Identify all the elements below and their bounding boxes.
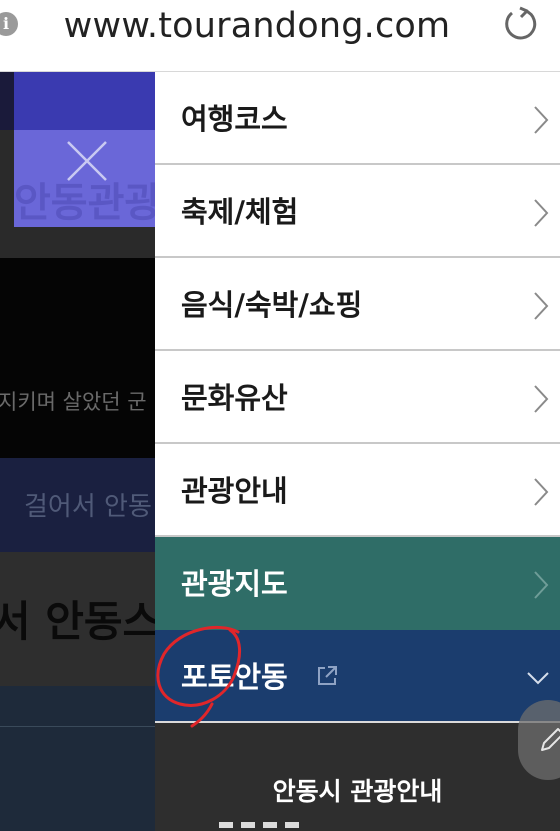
menu-item-festival[interactable]: 축제/체험 (155, 165, 560, 258)
footer-partial-text (219, 822, 299, 828)
chevron-right-icon (534, 199, 549, 227)
reload-icon[interactable] (500, 4, 540, 44)
bg-header (0, 72, 155, 130)
menu-item-photo-andong[interactable]: 포토안동 (155, 630, 560, 723)
pen-edit-button[interactable] (518, 700, 560, 780)
menu-item-label: 여행코스 (181, 102, 288, 136)
bg-bottom (0, 686, 155, 831)
bg-header-accent (14, 72, 155, 130)
bg-hero: 지키며 살았던 군 (0, 258, 155, 458)
screen: i www.tourandong.com 안동관광 지키며 살았던 군 걸어서 … (0, 0, 560, 831)
menu-item-tour-map[interactable]: 관광지도 (155, 537, 560, 630)
menu-item-label: 문화유산 (181, 381, 288, 415)
bg-band: 걸어서 안동 (0, 458, 155, 552)
url-text[interactable]: www.tourandong.com (0, 6, 514, 46)
chevron-right-icon (534, 571, 549, 599)
footer-title: 안동시 관광안내 (272, 777, 443, 806)
menu-item-food-stay-shopping[interactable]: 음식/숙박/쇼핑 (155, 258, 560, 351)
menu-item-label: 관광안내 (181, 474, 288, 508)
chevron-right-icon (534, 106, 549, 134)
side-menu: 여행코스 축제/체험 음식/숙박/쇼핑 문화유산 관광안내 관광지도 포토안동 (155, 72, 560, 831)
menu-item-tourist-info[interactable]: 관광안내 (155, 444, 560, 537)
menu-item-label: 관광지도 (181, 567, 288, 601)
menu-item-label: 음식/숙박/쇼핑 (181, 288, 363, 322)
browser-url-bar[interactable]: i www.tourandong.com (0, 0, 560, 72)
menu-item-label: 포토안동 (181, 660, 288, 694)
bg-hero-text: 지키며 살았던 군 (0, 390, 147, 414)
bg-section-heading: 서 안동스 (0, 597, 155, 646)
menu-item-travel-course[interactable]: 여행코스 (155, 72, 560, 165)
chevron-right-icon (534, 385, 549, 413)
bg-band-text: 걸어서 안동 (24, 492, 152, 522)
chevron-down-icon[interactable] (526, 670, 550, 686)
menu-item-heritage[interactable]: 문화유산 (155, 351, 560, 444)
background-title: 안동관광 (14, 180, 155, 226)
background-page: 안동관광 지키며 살았던 군 걸어서 안동 서 안동스 (0, 72, 155, 831)
menu-item-label: 축제/체험 (181, 195, 299, 229)
bg-section: 서 안동스 (0, 552, 155, 686)
pen-icon (541, 728, 560, 751)
external-link-icon (318, 666, 337, 685)
divider (0, 726, 155, 727)
chevron-right-icon (534, 478, 549, 506)
chevron-right-icon (534, 292, 549, 320)
